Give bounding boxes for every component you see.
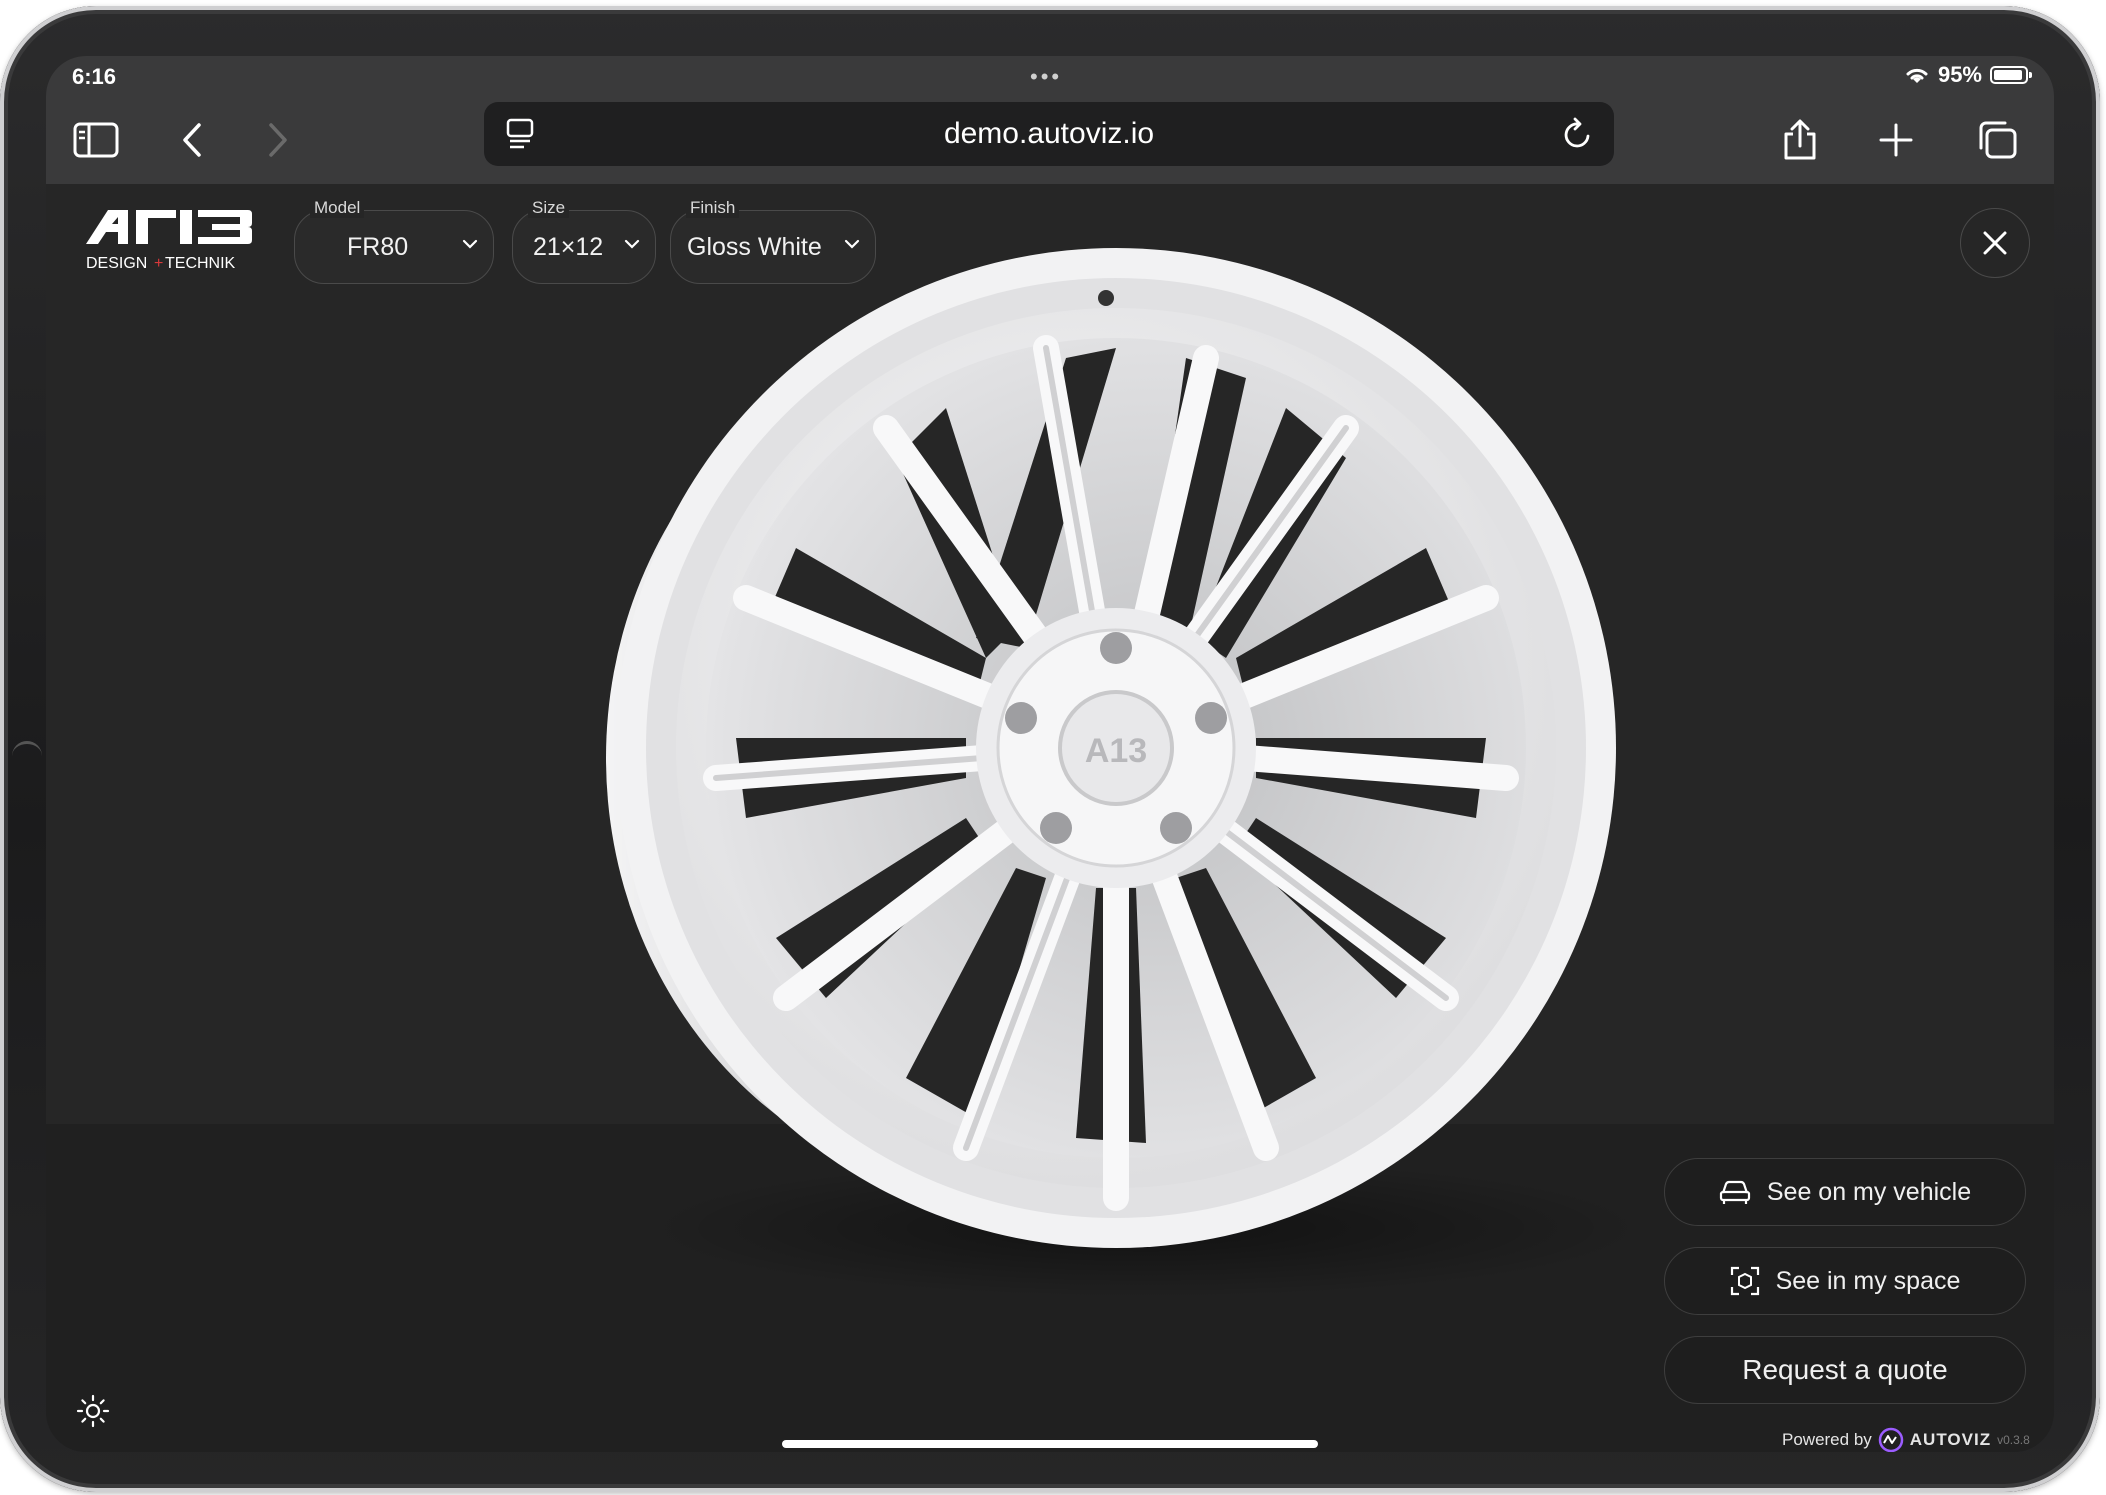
chevron-left-icon: [183, 123, 201, 157]
screen: 6:16 ••• 95% demo.autoviz.io DESIGN + TE…: [46, 56, 2054, 1452]
tabs-icon: [1979, 121, 2017, 159]
back-button[interactable]: [162, 110, 222, 170]
see-in-space-label: See in my space: [1775, 1266, 1961, 1295]
logo-tagline-right: TECHNIK: [165, 255, 236, 272]
see-on-vehicle-label: See on my vehicle: [1766, 1177, 1972, 1206]
tablet-frame: 6:16 ••• 95% demo.autoviz.io DESIGN + TE…: [0, 6, 2100, 1492]
share-button[interactable]: [1770, 110, 1830, 170]
configurator-app: DESIGN + TECHNIK Model FR80 Size 21×12 F…: [46, 184, 2054, 1452]
sidebar-toggle-button[interactable]: [66, 110, 126, 170]
finish-label: Finish: [686, 198, 740, 218]
new-tab-button[interactable]: [1866, 110, 1926, 170]
logo-tagline-left: DESIGN: [86, 255, 147, 272]
a13-logo: DESIGN + TECHNIK: [86, 210, 252, 272]
side-button: [12, 741, 42, 758]
address-bar[interactable]: demo.autoviz.io: [484, 102, 1614, 166]
url-text: demo.autoviz.io: [943, 117, 1155, 150]
status-right: 95%: [1904, 62, 2032, 88]
see-in-space-button[interactable]: See in my space: [1664, 1247, 2026, 1315]
powered-by[interactable]: Powered by AUTOVIZ v0.3.8: [1782, 1427, 2030, 1452]
autoviz-logo-icon: [1878, 1427, 1904, 1452]
autoviz-brand: AUTOVIZ: [1909, 1430, 1992, 1449]
close-icon: [1983, 231, 2007, 255]
sidebar-icon: [73, 122, 119, 158]
battery-icon: [1990, 66, 2032, 84]
browser-chrome: 6:16 ••• 95% demo.autoviz.io: [46, 56, 2054, 184]
battery-percent: 95%: [1937, 62, 1982, 87]
app-version: v0.3.8: [1997, 1433, 2030, 1447]
status-time: 6:16: [72, 64, 117, 89]
car-icon: [1719, 1180, 1750, 1204]
plus-icon: [1879, 123, 1913, 157]
multitasking-dots[interactable]: •••: [1030, 64, 1062, 90]
close-button[interactable]: [1960, 208, 2030, 278]
sun-icon[interactable]: [76, 1394, 110, 1428]
tabs-overview-button[interactable]: [1968, 110, 2028, 170]
model-dropdown[interactable]: FR80: [294, 210, 494, 284]
logo-plus-icon: +: [154, 255, 163, 272]
wifi-icon: [1906, 68, 1928, 83]
ar-cube-icon: [1730, 1266, 1759, 1296]
chevron-right-icon: [269, 123, 287, 157]
center-cap-logo: A13: [1085, 732, 1147, 770]
home-indicator[interactable]: [782, 1440, 1318, 1448]
request-quote-button[interactable]: Request a quote: [1664, 1336, 2026, 1404]
request-quote-label: Request a quote: [1742, 1354, 1948, 1385]
chevron-down-icon: [462, 239, 478, 249]
forward-button[interactable]: [248, 110, 308, 170]
model-label: Model: [310, 198, 365, 218]
reload-icon[interactable]: [1562, 116, 1594, 152]
size-label: Size: [528, 198, 570, 218]
model-value: FR80: [347, 232, 409, 261]
wheel-3d-render[interactable]: A13: [546, 218, 1676, 1328]
see-on-vehicle-button[interactable]: See on my vehicle: [1664, 1158, 2026, 1226]
share-icon: [1784, 119, 1816, 160]
powered-by-label: Powered by: [1782, 1430, 1872, 1449]
